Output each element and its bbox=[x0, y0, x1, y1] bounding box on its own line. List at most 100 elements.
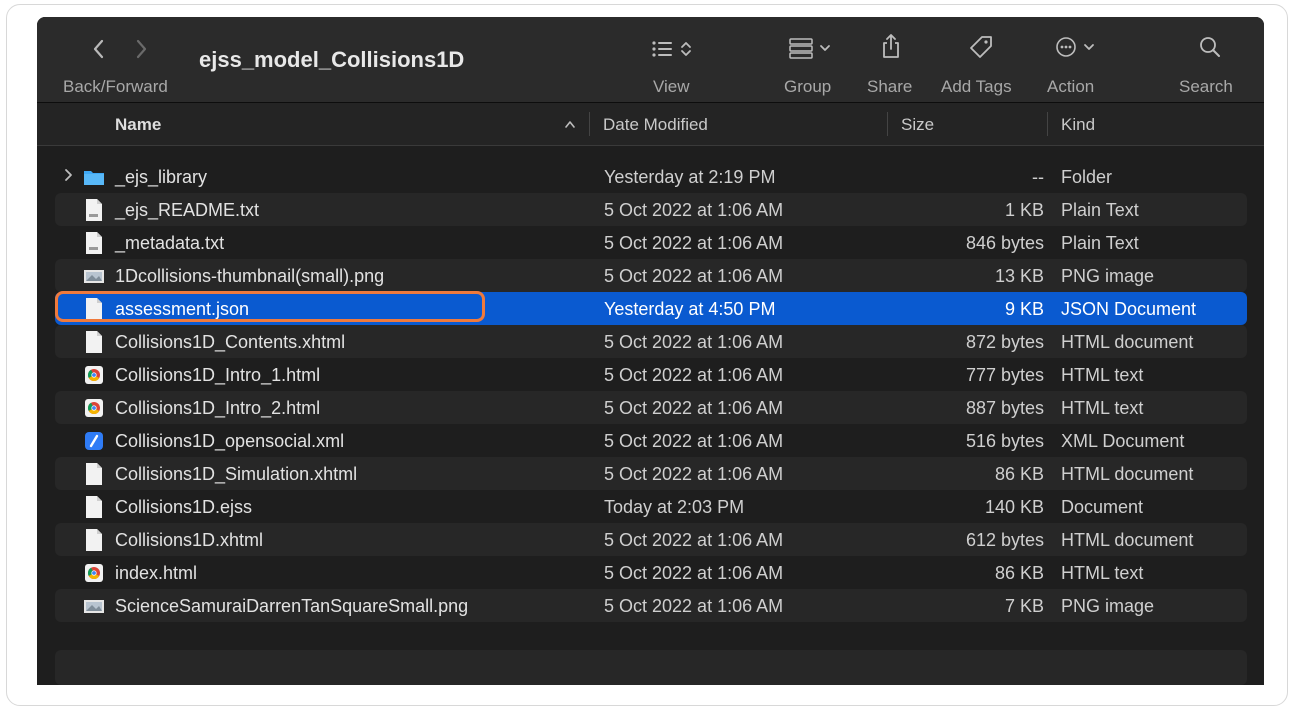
file-row[interactable]: 1Dcollisions-thumbnail(small).png 5 Oct … bbox=[55, 259, 1247, 292]
file-date-modified: 5 Oct 2022 at 1:06 AM bbox=[604, 200, 784, 220]
list-view-icon[interactable] bbox=[652, 39, 696, 59]
file-kind: XML Document bbox=[1061, 431, 1185, 451]
file-date-modified: Today at 2:03 PM bbox=[604, 497, 745, 517]
file-row[interactable]: ScienceSamuraiDarrenTanSquareSmall.png 5… bbox=[55, 589, 1247, 622]
file-size: -- bbox=[1032, 167, 1044, 187]
file-date-modified: 5 Oct 2022 at 1:06 AM bbox=[604, 332, 784, 352]
file-row[interactable]: Collisions1D.ejss Today at 2:03 PM 140 K… bbox=[55, 490, 1247, 523]
file-kind: HTML document bbox=[1061, 530, 1194, 550]
file-row[interactable]: _ejs_library Yesterday at 2:19 PM -- Fol… bbox=[55, 160, 1247, 193]
image-thumbnail-icon bbox=[83, 594, 105, 618]
document-icon bbox=[83, 330, 105, 354]
share-icon[interactable] bbox=[881, 33, 901, 59]
file-date-modified: Yesterday at 2:19 PM bbox=[604, 167, 776, 187]
file-kind: PNG image bbox=[1061, 596, 1155, 616]
search-icon[interactable] bbox=[1199, 36, 1221, 58]
chrome-html-icon bbox=[83, 396, 105, 420]
file-size: 612 bytes bbox=[965, 530, 1044, 550]
document-icon bbox=[83, 495, 105, 519]
file-name: Collisions1D_Simulation.xhtml bbox=[115, 464, 358, 484]
image-thumbnail-icon bbox=[83, 264, 105, 288]
file-row[interactable]: index.html 5 Oct 2022 at 1:06 AM 86 KB H… bbox=[55, 556, 1247, 589]
back-arrow-icon[interactable] bbox=[92, 39, 106, 59]
group-icon[interactable] bbox=[789, 37, 839, 59]
file-row[interactable]: Collisions1D_Simulation.xhtml 5 Oct 2022… bbox=[55, 457, 1247, 490]
file-row[interactable]: Collisions1D_Intro_2.html 5 Oct 2022 at … bbox=[55, 391, 1247, 424]
text-file-icon bbox=[83, 231, 105, 255]
add-tags-label: Add Tags bbox=[941, 77, 1012, 96]
file-name: Collisions1D_opensocial.xml bbox=[115, 431, 345, 451]
file-name: ScienceSamuraiDarrenTanSquareSmall.png bbox=[115, 596, 469, 616]
file-size: 846 bytes bbox=[965, 233, 1044, 253]
column-divider[interactable] bbox=[589, 112, 590, 136]
file-date-modified: 5 Oct 2022 at 1:06 AM bbox=[604, 464, 784, 484]
view-label: View bbox=[653, 77, 690, 96]
file-kind: Folder bbox=[1061, 167, 1113, 187]
document-icon bbox=[83, 462, 105, 486]
action-more-icon[interactable] bbox=[1055, 36, 1101, 58]
column-kind[interactable]: Kind bbox=[1061, 115, 1095, 135]
file-size: 13 KB bbox=[994, 266, 1044, 286]
file-name: Collisions1D.xhtml bbox=[115, 530, 264, 550]
file-size: 1 KB bbox=[1004, 200, 1044, 220]
file-name: _ejs_library bbox=[115, 167, 208, 187]
chrome-html-icon bbox=[83, 561, 105, 585]
folder-icon bbox=[83, 165, 105, 189]
share-label: Share bbox=[867, 77, 913, 96]
file-kind: HTML text bbox=[1061, 563, 1144, 583]
search-label: Search bbox=[1179, 77, 1233, 96]
file-name: Collisions1D_Contents.xhtml bbox=[115, 332, 346, 352]
back-forward-label: Back/Forward bbox=[63, 77, 168, 96]
file-row[interactable]: Collisions1D.xhtml 5 Oct 2022 at 1:06 AM… bbox=[55, 523, 1247, 556]
file-row[interactable]: Collisions1D_Intro_1.html 5 Oct 2022 at … bbox=[55, 358, 1247, 391]
text-file-icon bbox=[83, 198, 105, 222]
file-kind: PNG image bbox=[1061, 266, 1155, 286]
xml-file-icon bbox=[83, 429, 105, 453]
file-kind: Plain Text bbox=[1061, 233, 1139, 253]
column-header: Name Date Modified Size Kind bbox=[37, 103, 1264, 146]
file-date-modified: Yesterday at 4:50 PM bbox=[604, 299, 776, 319]
file-date-modified: 5 Oct 2022 at 1:06 AM bbox=[604, 233, 784, 253]
file-size: 516 bytes bbox=[965, 431, 1044, 451]
file-date-modified: 5 Oct 2022 at 1:06 AM bbox=[604, 563, 784, 583]
file-size: 7 KB bbox=[1004, 596, 1044, 616]
document-icon bbox=[83, 528, 105, 552]
forward-arrow-icon[interactable] bbox=[134, 39, 148, 59]
file-date-modified: 5 Oct 2022 at 1:06 AM bbox=[604, 365, 784, 385]
file-size: 86 KB bbox=[994, 464, 1044, 484]
file-name: 1Dcollisions-thumbnail(small).png bbox=[115, 266, 385, 286]
column-divider[interactable] bbox=[887, 112, 888, 136]
file-date-modified: 5 Oct 2022 at 1:06 AM bbox=[604, 530, 784, 550]
list-empty-row bbox=[55, 650, 1247, 685]
file-name: Collisions1D_Intro_2.html bbox=[115, 398, 321, 418]
column-divider[interactable] bbox=[1047, 112, 1048, 136]
file-size: 140 KB bbox=[984, 497, 1044, 517]
file-kind: JSON Document bbox=[1061, 299, 1197, 319]
window-title: ejss_model_Collisions1D bbox=[199, 47, 465, 72]
file-size: 9 KB bbox=[1004, 299, 1044, 319]
column-name[interactable]: Name bbox=[115, 115, 161, 135]
disclosure-chevron-icon[interactable] bbox=[64, 167, 74, 188]
file-row[interactable]: Collisions1D_Contents.xhtml 5 Oct 2022 a… bbox=[55, 325, 1247, 358]
file-date-modified: 5 Oct 2022 at 1:06 AM bbox=[604, 266, 784, 286]
file-size: 777 bytes bbox=[965, 365, 1044, 385]
file-row[interactable]: _ejs_README.txt 5 Oct 2022 at 1:06 AM 1 … bbox=[55, 193, 1247, 226]
file-name: _metadata.txt bbox=[115, 233, 225, 253]
file-date-modified: 5 Oct 2022 at 1:06 AM bbox=[604, 596, 784, 616]
file-name: Collisions1D_Intro_1.html bbox=[115, 365, 321, 385]
file-kind: HTML document bbox=[1061, 464, 1194, 484]
sort-ascending-icon[interactable] bbox=[564, 119, 576, 129]
tag-icon[interactable] bbox=[969, 35, 993, 59]
file-size: 86 KB bbox=[994, 563, 1044, 583]
file-kind: HTML text bbox=[1061, 365, 1144, 385]
file-kind: HTML document bbox=[1061, 332, 1194, 352]
file-row[interactable]: _metadata.txt 5 Oct 2022 at 1:06 AM 846 … bbox=[55, 226, 1247, 259]
column-date-modified[interactable]: Date Modified bbox=[603, 115, 708, 135]
chrome-html-icon bbox=[83, 363, 105, 387]
column-size[interactable]: Size bbox=[901, 115, 934, 135]
file-row[interactable]: Collisions1D_opensocial.xml 5 Oct 2022 a… bbox=[55, 424, 1247, 457]
file-name: _ejs_README.txt bbox=[115, 200, 260, 220]
file-kind: Plain Text bbox=[1061, 200, 1139, 220]
file-size: 872 bytes bbox=[965, 332, 1044, 352]
file-date-modified: 5 Oct 2022 at 1:06 AM bbox=[604, 398, 784, 418]
